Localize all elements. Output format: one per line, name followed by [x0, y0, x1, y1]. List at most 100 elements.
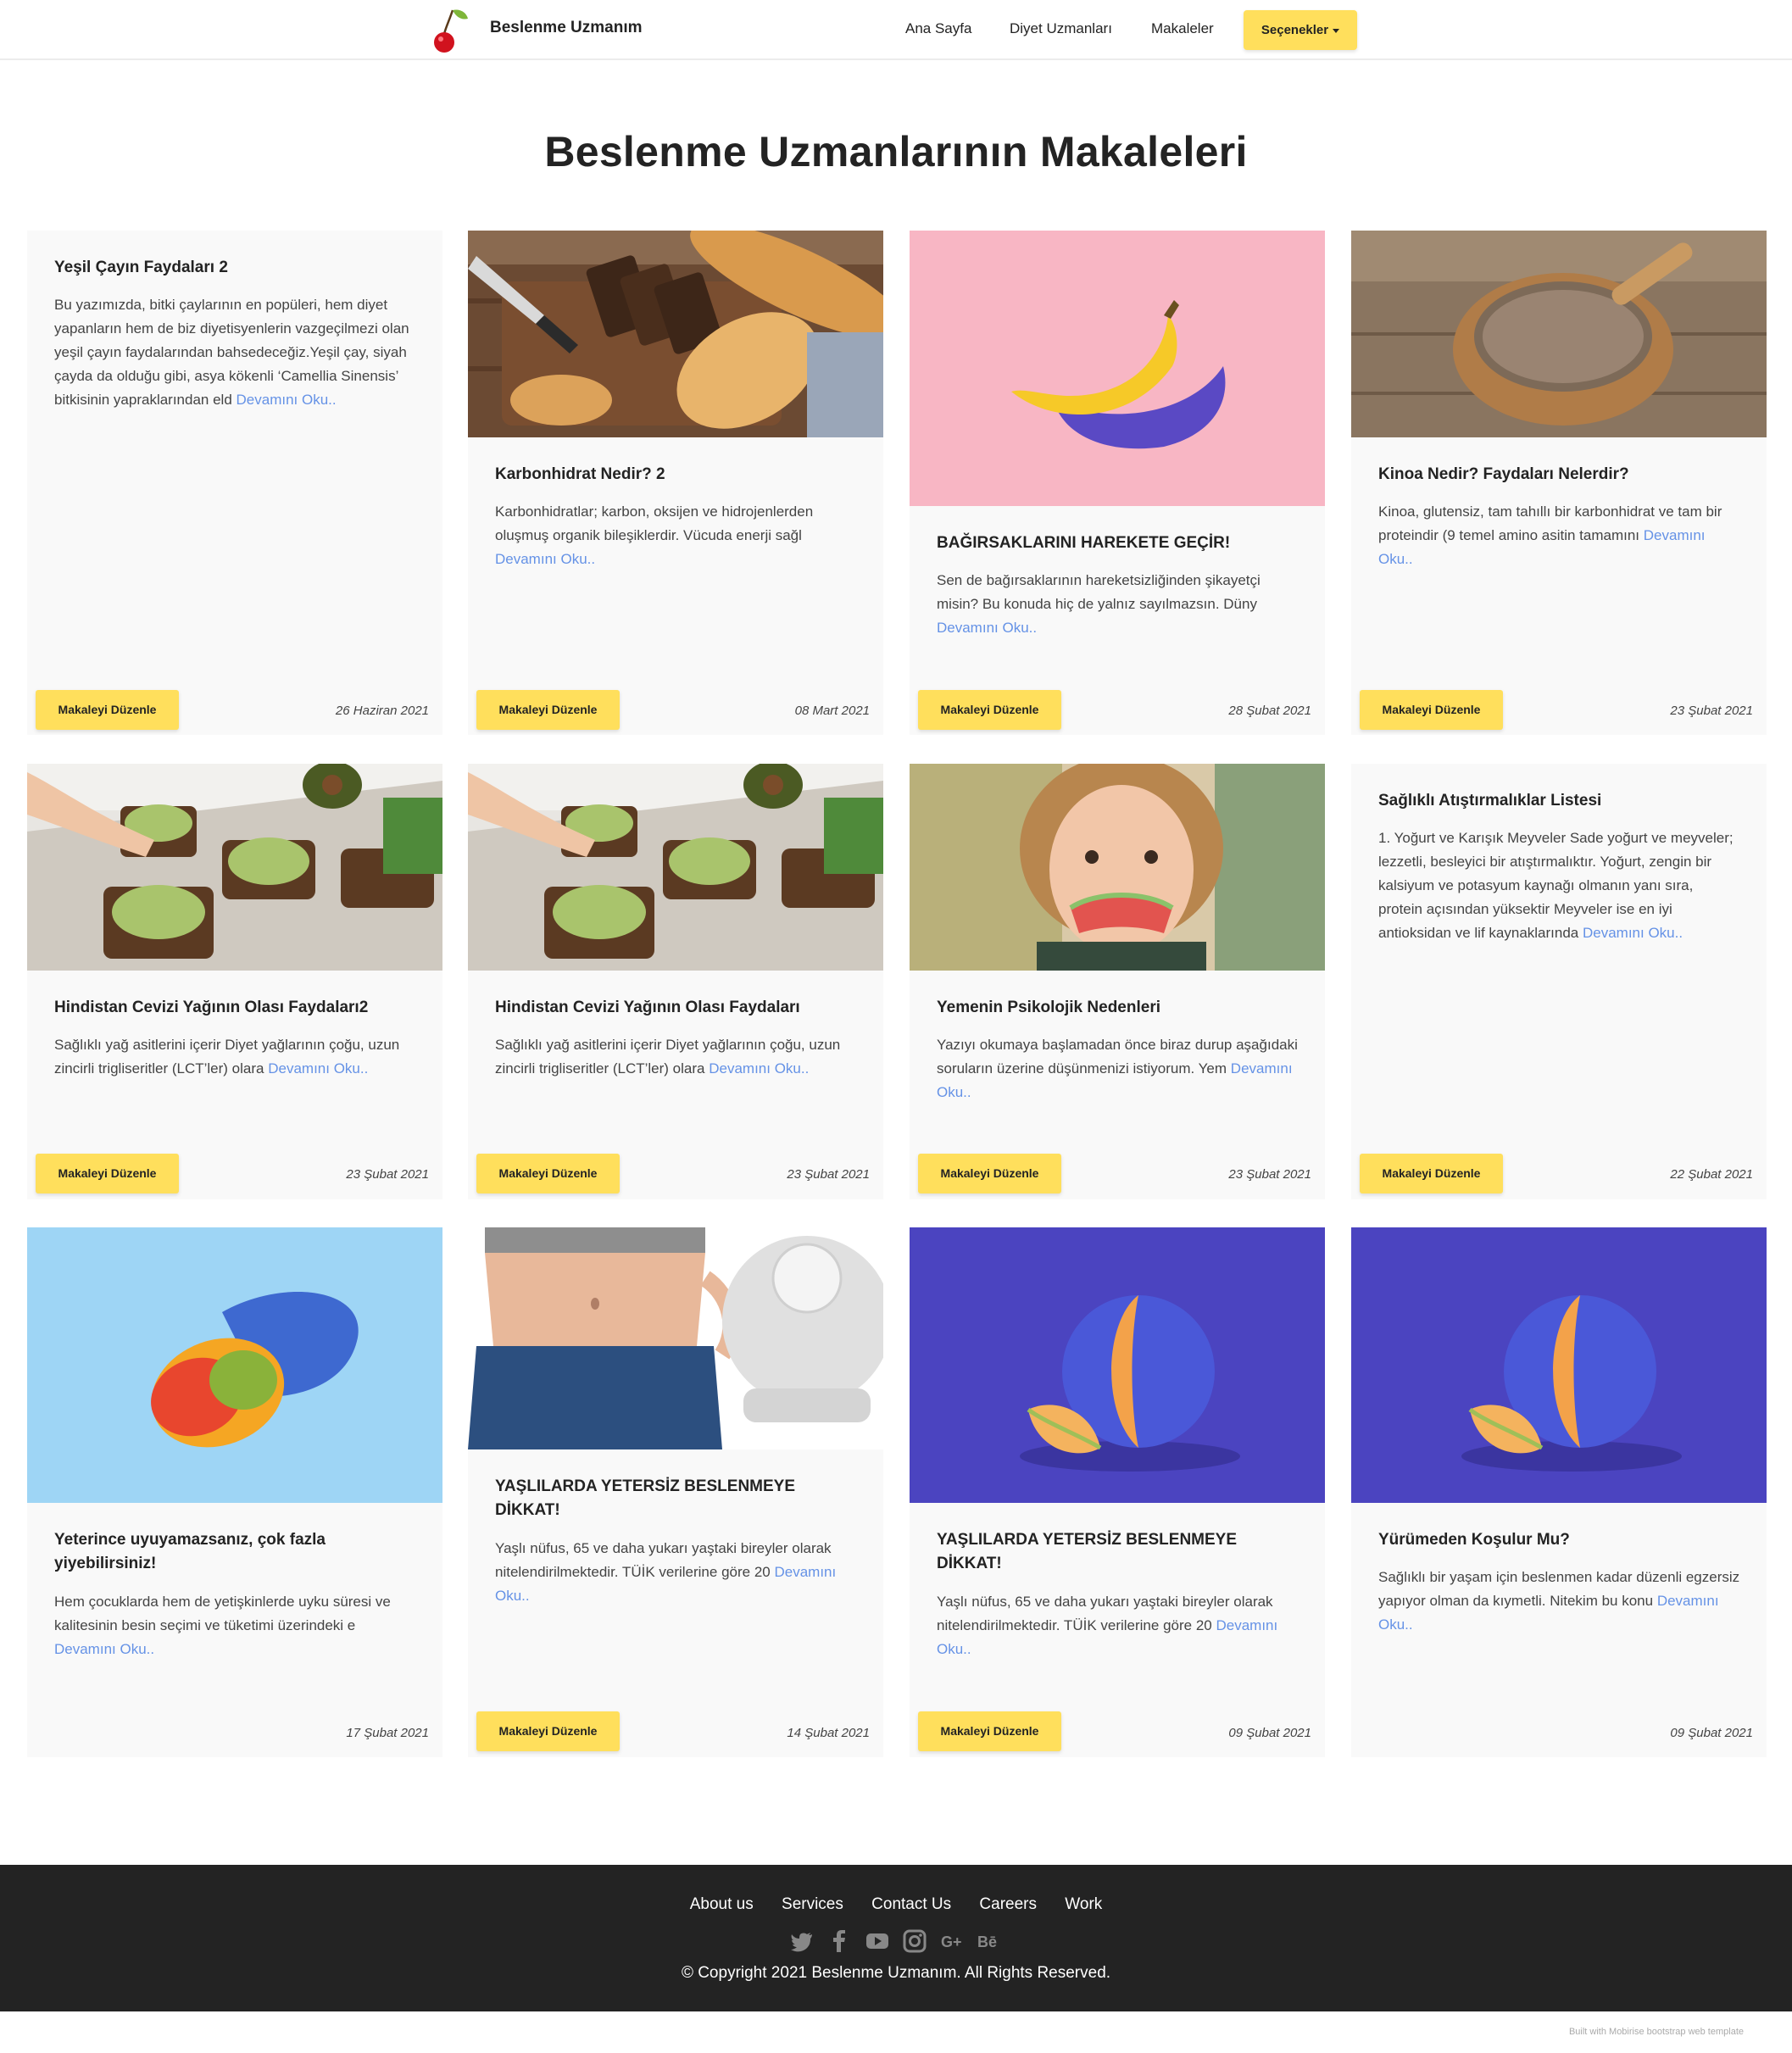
article-image[interactable] [1351, 1227, 1767, 1503]
article-date: 17 Şubat 2021 [346, 1726, 429, 1740]
edit-article-button[interactable]: Makaleyi Düzenle [476, 690, 620, 730]
read-more-link[interactable]: Devamını Oku.. [237, 392, 337, 408]
article-date: 22 Şubat 2021 [1670, 1167, 1753, 1182]
article-image[interactable] [1351, 231, 1767, 437]
article-date: 28 Şubat 2021 [1228, 704, 1311, 718]
edit-article-button[interactable]: Makaleyi Düzenle [918, 690, 1061, 730]
built-with-note[interactable]: Built with Mobirise bootstrap web templa… [1569, 2027, 1744, 2037]
article-excerpt: Yaşlı nüfus, 65 ve daha yukarı yaştaki b… [937, 1590, 1299, 1661]
article-title: Yeterince uyuyamazsanız, çok fazla yiyeb… [54, 1531, 326, 1572]
banana-photo-icon [910, 231, 1325, 506]
article-date: 23 Şubat 2021 [346, 1167, 429, 1182]
svg-text:Bē: Bē [977, 1933, 997, 1950]
article-excerpt: Kinoa, glutensiz, tam tahıllı bir karbon… [1378, 500, 1741, 571]
article-image[interactable] [27, 764, 442, 971]
options-dropdown-label: Seçenekler [1261, 23, 1329, 37]
brand-name[interactable]: Beslenme Uzmanım [490, 19, 643, 37]
article-card: Sağlıklı Atıştırmalıklar Listesi 1. Yoğu… [1351, 764, 1767, 1199]
read-more-link[interactable]: Devamını Oku.. [937, 620, 1037, 636]
article-title: Sağlıklı Atıştırmalıklar Listesi [1378, 792, 1602, 810]
svg-text:G+: G+ [941, 1933, 962, 1950]
read-more-link[interactable]: Devamını Oku.. [709, 1060, 809, 1077]
edit-article-button[interactable]: Makaleyi Düzenle [36, 1154, 179, 1193]
edit-article-button[interactable]: Makaleyi Düzenle [476, 1154, 620, 1193]
avocado-toast-photo-icon [468, 764, 883, 971]
read-more-link[interactable]: Devamını Oku.. [54, 1641, 154, 1657]
article-excerpt: Karbonhidratlar; karbon, oksijen ve hidr… [495, 500, 858, 571]
article-card: YAŞLILARDA YETERSİZ BESLENMEYE DİKKAT! Y… [910, 1227, 1325, 1757]
navbar: Beslenme Uzmanım Ana Sayfa Diyet Uzmanla… [0, 0, 1792, 60]
article-card: Kinoa Nedir? Faydaları Nelerdir? Kinoa, … [1351, 231, 1767, 735]
article-excerpt: Sağlıklı bir yaşam için beslenmen kadar … [1378, 1566, 1741, 1637]
article-title: Yeşil Çayın Faydaları 2 [54, 259, 228, 276]
google-plus-icon[interactable]: G+ [940, 1928, 966, 1954]
behance-icon[interactable]: Bē [977, 1928, 1003, 1954]
footer-links: About us Services Contact Us Careers Wor… [0, 1895, 1792, 1914]
article-title: Karbonhidrat Nedir? 2 [495, 465, 665, 483]
article-image[interactable] [27, 1227, 442, 1503]
footer-link-work[interactable]: Work [1065, 1895, 1102, 1913]
edit-article-button[interactable]: Makaleyi Düzenle [36, 690, 179, 730]
article-card: Yeşil Çayın Faydaları 2 Bu yazımızda, bi… [27, 231, 442, 735]
instagram-icon[interactable] [902, 1928, 927, 1954]
nav-link-articles[interactable]: Makaleler [1151, 20, 1214, 37]
article-title: Kinoa Nedir? Faydaları Nelerdir? [1378, 465, 1629, 483]
article-date: 14 Şubat 2021 [787, 1726, 870, 1740]
article-image[interactable] [468, 1227, 883, 1449]
article-image[interactable] [910, 764, 1325, 971]
article-title: Hindistan Cevizi Yağının Olası Faydaları [495, 999, 800, 1016]
nav-link-home[interactable]: Ana Sayfa [905, 20, 971, 37]
article-excerpt: Sağlıklı yağ asitlerini içerir Diyet yağ… [54, 1033, 417, 1081]
article-image[interactable] [910, 1227, 1325, 1503]
footer-link-careers[interactable]: Careers [979, 1895, 1037, 1913]
article-card: Karbonhidrat Nedir? 2 Karbonhidratlar; k… [468, 231, 883, 735]
article-card: Yürümeden Koşulur Mu? Sağlıklı bir yaşam… [1351, 1227, 1767, 1757]
read-more-link[interactable]: Devamını Oku.. [1583, 925, 1683, 941]
article-date: 09 Şubat 2021 [1228, 1726, 1311, 1740]
article-excerpt-text: Karbonhidratlar; karbon, oksijen ve hidr… [495, 504, 814, 543]
footer: About us Services Contact Us Careers Wor… [0, 1865, 1792, 2011]
twitter-icon[interactable] [789, 1928, 815, 1954]
article-image[interactable] [910, 231, 1325, 506]
edit-article-button[interactable]: Makaleyi Düzenle [476, 1711, 620, 1751]
cherry-logo-icon[interactable] [431, 5, 471, 54]
article-excerpt: Hem çocuklarda hem de yetişkinlerde uyku… [54, 1590, 417, 1661]
footer-link-contact[interactable]: Contact Us [871, 1895, 951, 1913]
article-excerpt: Yaşlı nüfus, 65 ve daha yukarı yaştaki b… [495, 1537, 858, 1608]
social-icons: G+ Bē [0, 1928, 1792, 1954]
article-card: Yeterince uyuyamazsanız, çok fazla yiyeb… [27, 1227, 442, 1757]
options-dropdown-button[interactable]: Seçenekler [1244, 10, 1357, 50]
footer-link-about[interactable]: About us [690, 1895, 754, 1913]
child-eating-photo-icon [910, 764, 1325, 971]
article-date: 08 Mart 2021 [794, 704, 870, 718]
article-title: Hindistan Cevizi Yağının Olası Faydaları… [54, 999, 369, 1016]
article-excerpt: 1. Yoğurt ve Karışık Meyveler Sade yoğur… [1378, 826, 1741, 945]
article-title: BAĞIRSAKLARINI HAREKETE GEÇİR! [937, 534, 1231, 552]
melon-photo-icon [1351, 1227, 1767, 1503]
article-date: 23 Şubat 2021 [1228, 1167, 1311, 1182]
melon-photo-icon [910, 1227, 1325, 1503]
footer-link-services[interactable]: Services [782, 1895, 843, 1913]
edit-article-button[interactable]: Makaleyi Düzenle [1360, 690, 1503, 730]
youtube-icon[interactable] [865, 1928, 890, 1954]
edit-article-button[interactable]: Makaleyi Düzenle [918, 1154, 1061, 1193]
edit-article-button[interactable]: Makaleyi Düzenle [1360, 1154, 1503, 1193]
article-image[interactable] [468, 764, 883, 971]
article-title: Yürümeden Koşulur Mu? [1378, 1531, 1570, 1549]
article-image[interactable] [468, 231, 883, 437]
article-date: 23 Şubat 2021 [787, 1167, 870, 1182]
article-excerpt: Sen de bağırsaklarının hareketsizliğinde… [937, 569, 1299, 640]
read-more-link[interactable]: Devamını Oku.. [495, 551, 595, 567]
article-excerpt: Yazıyı okumaya başlamadan önce biraz dur… [937, 1033, 1299, 1104]
article-date: 09 Şubat 2021 [1670, 1726, 1753, 1740]
facebook-icon[interactable] [826, 1928, 852, 1954]
bread-photo-icon [468, 231, 883, 437]
read-more-link[interactable]: Devamını Oku.. [268, 1060, 368, 1077]
article-title: YAŞLILARDA YETERSİZ BESLENMEYE DİKKAT! [495, 1477, 796, 1519]
article-title: Yemenin Psikolojik Nedenleri [937, 999, 1160, 1016]
nav-link-dietitians[interactable]: Diyet Uzmanları [1010, 20, 1112, 37]
article-date: 23 Şubat 2021 [1670, 704, 1753, 718]
article-card: Yemenin Psikolojik Nedenleri Yazıyı okum… [910, 764, 1325, 1199]
edit-article-button[interactable]: Makaleyi Düzenle [918, 1711, 1061, 1751]
article-excerpt-text: Hem çocuklarda hem de yetişkinlerde uyku… [54, 1594, 391, 1633]
